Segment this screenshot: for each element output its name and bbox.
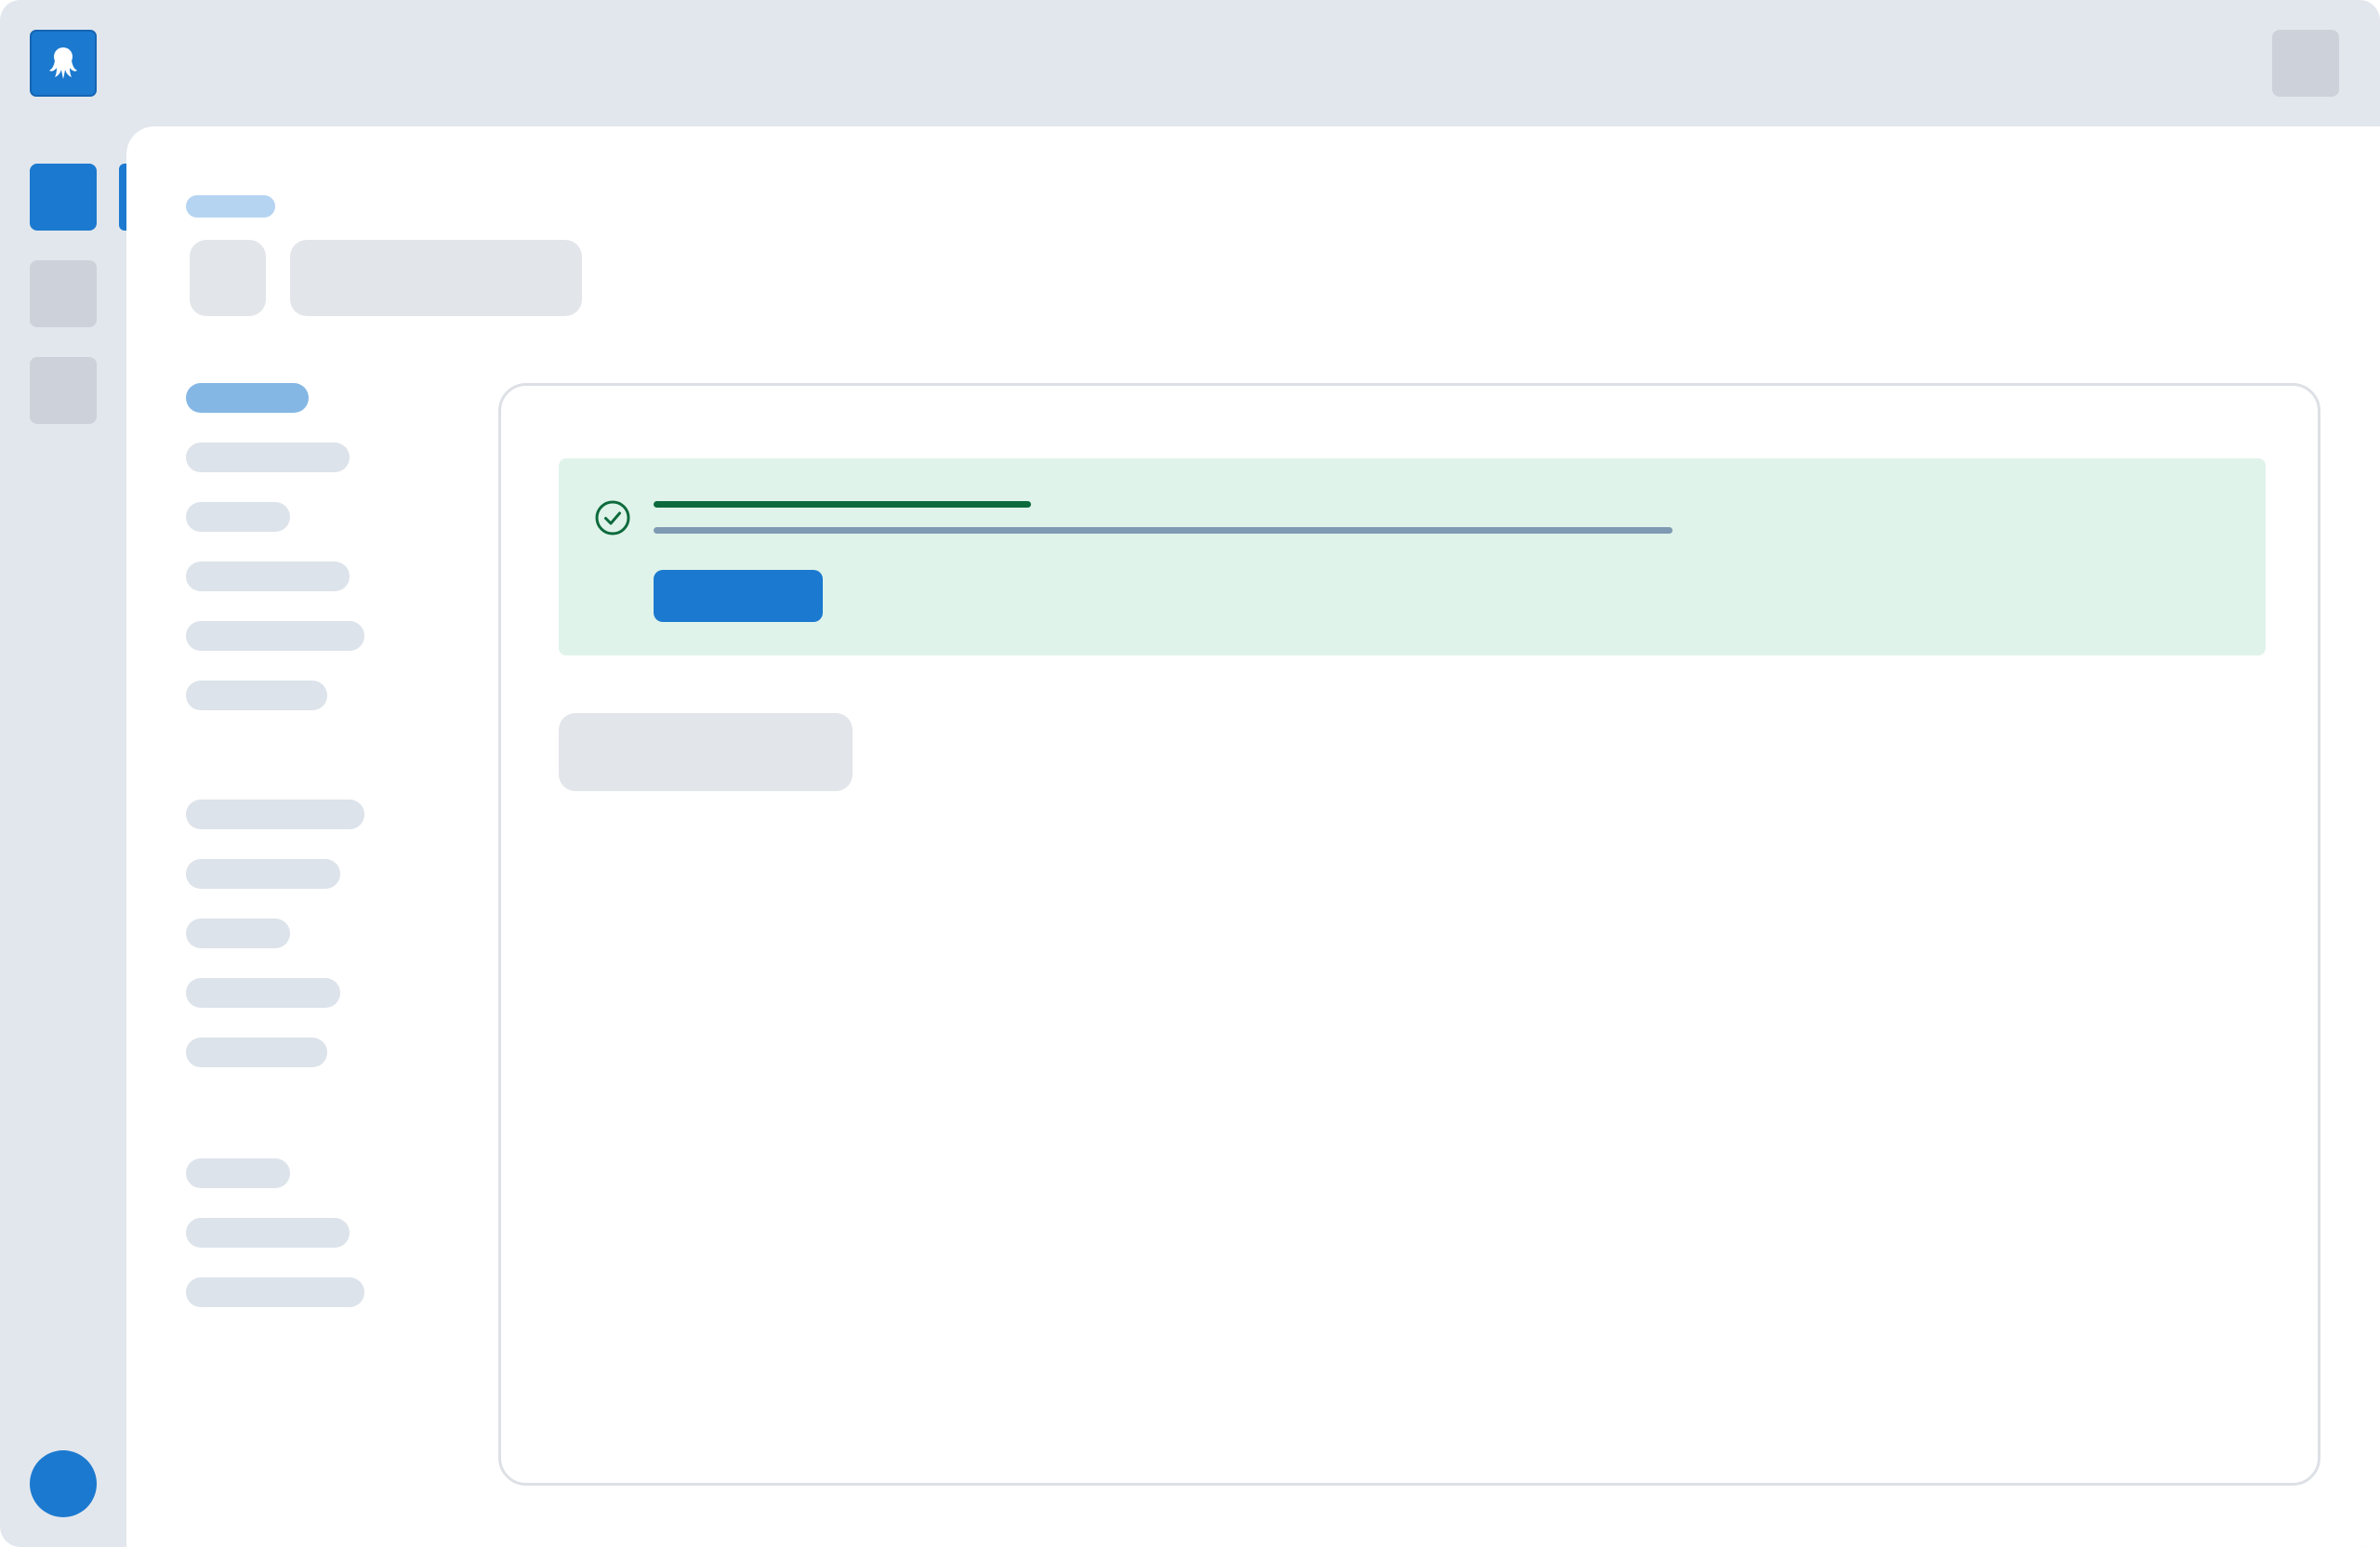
nav-item[interactable] bbox=[186, 562, 350, 591]
content-card bbox=[498, 383, 2320, 1486]
rail-item-2[interactable] bbox=[30, 260, 97, 327]
alert-description bbox=[654, 527, 1673, 534]
secondary-action-button[interactable] bbox=[559, 713, 853, 791]
nav-item[interactable] bbox=[186, 859, 340, 889]
nav-item[interactable] bbox=[186, 502, 290, 532]
nav-item-active[interactable] bbox=[186, 383, 309, 413]
octopus-logo-icon bbox=[49, 47, 77, 79]
rail-item-3[interactable] bbox=[30, 357, 97, 424]
nav-item[interactable] bbox=[186, 1218, 350, 1248]
check-circle-icon bbox=[595, 500, 630, 536]
nav-item[interactable] bbox=[186, 919, 290, 948]
nav-item[interactable] bbox=[186, 1277, 364, 1307]
page-title bbox=[290, 240, 582, 316]
alert-action-button[interactable] bbox=[654, 570, 823, 622]
top-right-menu-button[interactable] bbox=[2272, 30, 2339, 97]
nav-item[interactable] bbox=[186, 800, 364, 829]
rail-item-1[interactable] bbox=[30, 164, 97, 231]
main-content bbox=[126, 126, 2380, 1547]
app-shell bbox=[0, 0, 2380, 1547]
app-logo-button[interactable] bbox=[30, 30, 97, 97]
nav-item[interactable] bbox=[186, 443, 350, 472]
user-avatar[interactable] bbox=[30, 1450, 97, 1517]
nav-item[interactable] bbox=[186, 1038, 327, 1067]
nav-item[interactable] bbox=[186, 1158, 290, 1188]
nav-item[interactable] bbox=[186, 621, 364, 651]
breadcrumb[interactable] bbox=[186, 195, 275, 218]
nav-item[interactable] bbox=[186, 978, 340, 1008]
success-alert bbox=[559, 458, 2266, 655]
alert-title bbox=[654, 501, 1031, 508]
back-button[interactable] bbox=[190, 240, 266, 316]
nav-item[interactable] bbox=[186, 681, 327, 710]
